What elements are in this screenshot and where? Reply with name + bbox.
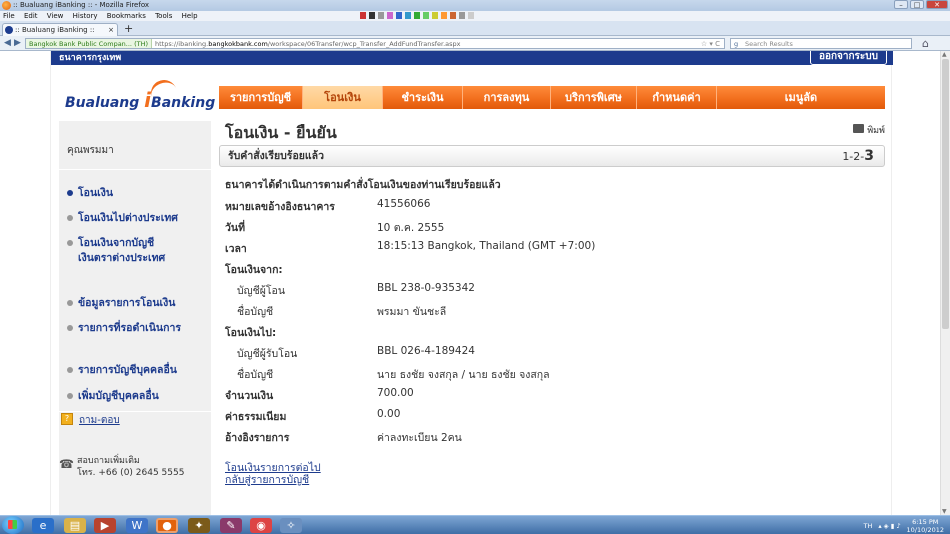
next-transfer-link[interactable]: โอนเงินรายการต่อไป bbox=[225, 462, 321, 474]
sidebar-item-fcd-transfer[interactable]: โอนเงินจากบัญชี เงินตราต่างประเทศ bbox=[65, 236, 165, 266]
user-greeting: คุณพรมมา bbox=[67, 145, 114, 156]
page-viewport: ธนาคารกรุงเทพ ออกจากระบบ Bualuang iBanki… bbox=[0, 51, 950, 515]
status-text: รับคำสั่งเรียบร้อยแล้ว bbox=[228, 150, 325, 162]
bullet-icon bbox=[67, 325, 73, 331]
firefox-icon bbox=[2, 1, 11, 10]
media-player-icon[interactable]: ▶ bbox=[94, 518, 116, 533]
phone-icon: ☎ bbox=[59, 457, 74, 471]
word-icon[interactable]: W bbox=[126, 518, 148, 533]
scrollbar-thumb[interactable] bbox=[942, 59, 949, 329]
system-tray: TH ▴ ◈ ▮ ♪ 6:15 PM 10/10/2012 bbox=[863, 516, 944, 534]
bullet-icon bbox=[67, 240, 73, 246]
reload-icon[interactable]: ☆ ▾ C bbox=[701, 39, 720, 48]
nav-special-services[interactable]: บริการพิเศษ bbox=[551, 86, 637, 109]
nav-shortcut-menu[interactable]: เมนูลัด bbox=[717, 86, 885, 109]
menu-bar: File Edit View History Bookmarks Tools H… bbox=[0, 11, 950, 21]
bank-header-strip: ธนาคารกรุงเทพ ออกจากระบบ bbox=[51, 51, 893, 65]
nav-payment[interactable]: ชำระเงิน bbox=[383, 86, 463, 109]
windows-logo-icon bbox=[8, 520, 17, 529]
start-button[interactable] bbox=[2, 516, 24, 534]
browser-icon[interactable]: ◉ bbox=[250, 518, 272, 533]
tab-title: :: Bualuang iBanking :: bbox=[15, 26, 95, 34]
browser-tab[interactable]: :: Bualuang iBanking :: × bbox=[2, 23, 118, 36]
site-favicon bbox=[5, 26, 13, 34]
contact-info: ☎ สอบถามเพิ่มเติม โทร. +66 (0) 2645 5555 bbox=[59, 456, 185, 478]
scroll-down-icon[interactable]: ▼ bbox=[942, 508, 947, 515]
url-bar[interactable]: Bangkok Bank Public Compan... (TH) https:… bbox=[25, 38, 725, 49]
bullet-icon bbox=[67, 190, 73, 196]
forward-icon[interactable]: ▶ bbox=[14, 38, 21, 49]
back-to-accounts-link[interactable]: กลับสู่รายการบัญชี bbox=[225, 474, 321, 486]
bullet-icon bbox=[67, 367, 73, 373]
window-controls: – □ ✕ bbox=[894, 0, 948, 9]
search-placeholder: Search Results bbox=[745, 40, 793, 48]
status-bar: รับคำสั่งเรียบร้อยแล้ว 1-2-3 bbox=[219, 145, 885, 167]
menu-tools[interactable]: Tools bbox=[155, 12, 172, 20]
close-button[interactable]: ✕ bbox=[926, 0, 948, 9]
sidebar-divider bbox=[59, 169, 211, 170]
taskbar: e ▤ ▶ W ● ✦ ✎ ◉ ✧ TH ▴ ◈ ▮ ♪ 6:15 PM 10/… bbox=[0, 515, 950, 534]
sidebar-item-transfer[interactable]: โอนเงิน bbox=[65, 186, 113, 201]
question-icon: ? bbox=[61, 413, 73, 425]
tray-icons[interactable]: ▴ ◈ ▮ ♪ bbox=[878, 522, 900, 530]
scroll-up-icon[interactable]: ▲ bbox=[942, 51, 947, 58]
menu-edit[interactable]: Edit bbox=[24, 12, 38, 20]
menu-view[interactable]: View bbox=[47, 12, 64, 20]
nav-settings[interactable]: กำหนดค่า bbox=[637, 86, 717, 109]
back-icon[interactable]: ◀ bbox=[4, 38, 11, 49]
bullet-icon bbox=[67, 393, 73, 399]
paint-icon[interactable]: ✎ bbox=[220, 518, 242, 533]
bualuang-ibanking-logo[interactable]: Bualuang iBanking bbox=[65, 76, 215, 112]
printer-icon bbox=[853, 124, 865, 133]
search-engine-icon[interactable]: g bbox=[734, 39, 738, 49]
menu-help[interactable]: Help bbox=[182, 12, 198, 20]
menu-file[interactable]: File bbox=[3, 12, 15, 20]
maximize-button[interactable]: □ bbox=[910, 0, 924, 9]
utility-icon[interactable]: ✧ bbox=[280, 518, 302, 533]
minimize-button[interactable]: – bbox=[894, 0, 908, 9]
step-indicator: 1-2-3 bbox=[842, 148, 874, 164]
sidebar-item-international-transfer[interactable]: โอนเงินไปต่างประเทศ bbox=[65, 211, 178, 226]
sidebar-item-other-accounts[interactable]: รายการบัญชีบุคคลอื่น bbox=[65, 363, 177, 378]
home-icon[interactable]: ⌂ bbox=[922, 37, 929, 50]
page-title: โอนเงิน - ยืนยัน bbox=[225, 123, 337, 142]
sidebar-item-transfer-history[interactable]: ข้อมูลรายการโอนเงิน bbox=[65, 296, 175, 311]
main-navigation: รายการบัญชี โอนเงิน ชำระเงิน การลงทุน บร… bbox=[219, 86, 885, 109]
bullet-icon bbox=[67, 300, 73, 306]
confirmation-notice: ธนาคารได้ดำเนินการตามคำสั่งโอนเงินของท่า… bbox=[225, 179, 501, 191]
vertical-scrollbar[interactable]: ▲ ▼ bbox=[940, 51, 950, 515]
logout-button[interactable]: ออกจากระบบ bbox=[809, 51, 887, 65]
clock[interactable]: 6:15 PM 10/10/2012 bbox=[907, 518, 944, 534]
toolbar-color-swatches bbox=[360, 12, 474, 19]
faq-link[interactable]: ? ถาม-ตอบ bbox=[61, 413, 120, 428]
sidebar-item-add-account[interactable]: เพิ่มบัญชีบุคคลอื่น bbox=[65, 389, 159, 404]
bullet-icon bbox=[67, 215, 73, 221]
app-icon[interactable]: ✦ bbox=[188, 518, 210, 533]
bank-page: ธนาคารกรุงเทพ ออกจากระบบ Bualuang iBanki… bbox=[50, 51, 893, 515]
bank-name: ธนาคารกรุงเทพ bbox=[59, 53, 122, 63]
new-tab-button[interactable]: + bbox=[124, 23, 133, 35]
search-input[interactable]: g Search Results bbox=[730, 38, 912, 49]
window-title: :: Bualuang iBanking :: - Mozilla Firefo… bbox=[13, 1, 150, 9]
nav-transfer[interactable]: โอนเงิน bbox=[303, 86, 383, 109]
menu-bookmarks[interactable]: Bookmarks bbox=[107, 12, 146, 20]
url-text: https://ibanking.bangkokbank.com/workspa… bbox=[155, 40, 461, 48]
nav-accounts[interactable]: รายการบัญชี bbox=[219, 86, 303, 109]
sidebar-divider bbox=[59, 411, 211, 412]
sidebar-item-pending[interactable]: รายการที่รอดำเนินการ bbox=[65, 321, 181, 336]
nav-investment[interactable]: การลงทุน bbox=[463, 86, 551, 109]
action-links: โอนเงินรายการต่อไป กลับสู่รายการบัญชี bbox=[225, 462, 321, 486]
internet-explorer-icon[interactable]: e bbox=[32, 518, 54, 533]
menu-history[interactable]: History bbox=[73, 12, 98, 20]
window-titlebar: :: Bualuang iBanking :: - Mozilla Firefo… bbox=[0, 0, 950, 11]
print-button[interactable]: พิมพ์ bbox=[853, 123, 885, 137]
file-explorer-icon[interactable]: ▤ bbox=[64, 518, 86, 533]
tab-close-icon[interactable]: × bbox=[108, 24, 114, 36]
tab-bar: :: Bualuang iBanking :: × + bbox=[0, 21, 950, 36]
firefox-taskbar-icon[interactable]: ● bbox=[156, 518, 178, 533]
site-identity-badge[interactable]: Bangkok Bank Public Compan... (TH) bbox=[26, 39, 152, 48]
navigation-bar: ◀ ▶ Bangkok Bank Public Compan... (TH) ht… bbox=[0, 36, 950, 51]
language-indicator[interactable]: TH bbox=[863, 522, 872, 530]
